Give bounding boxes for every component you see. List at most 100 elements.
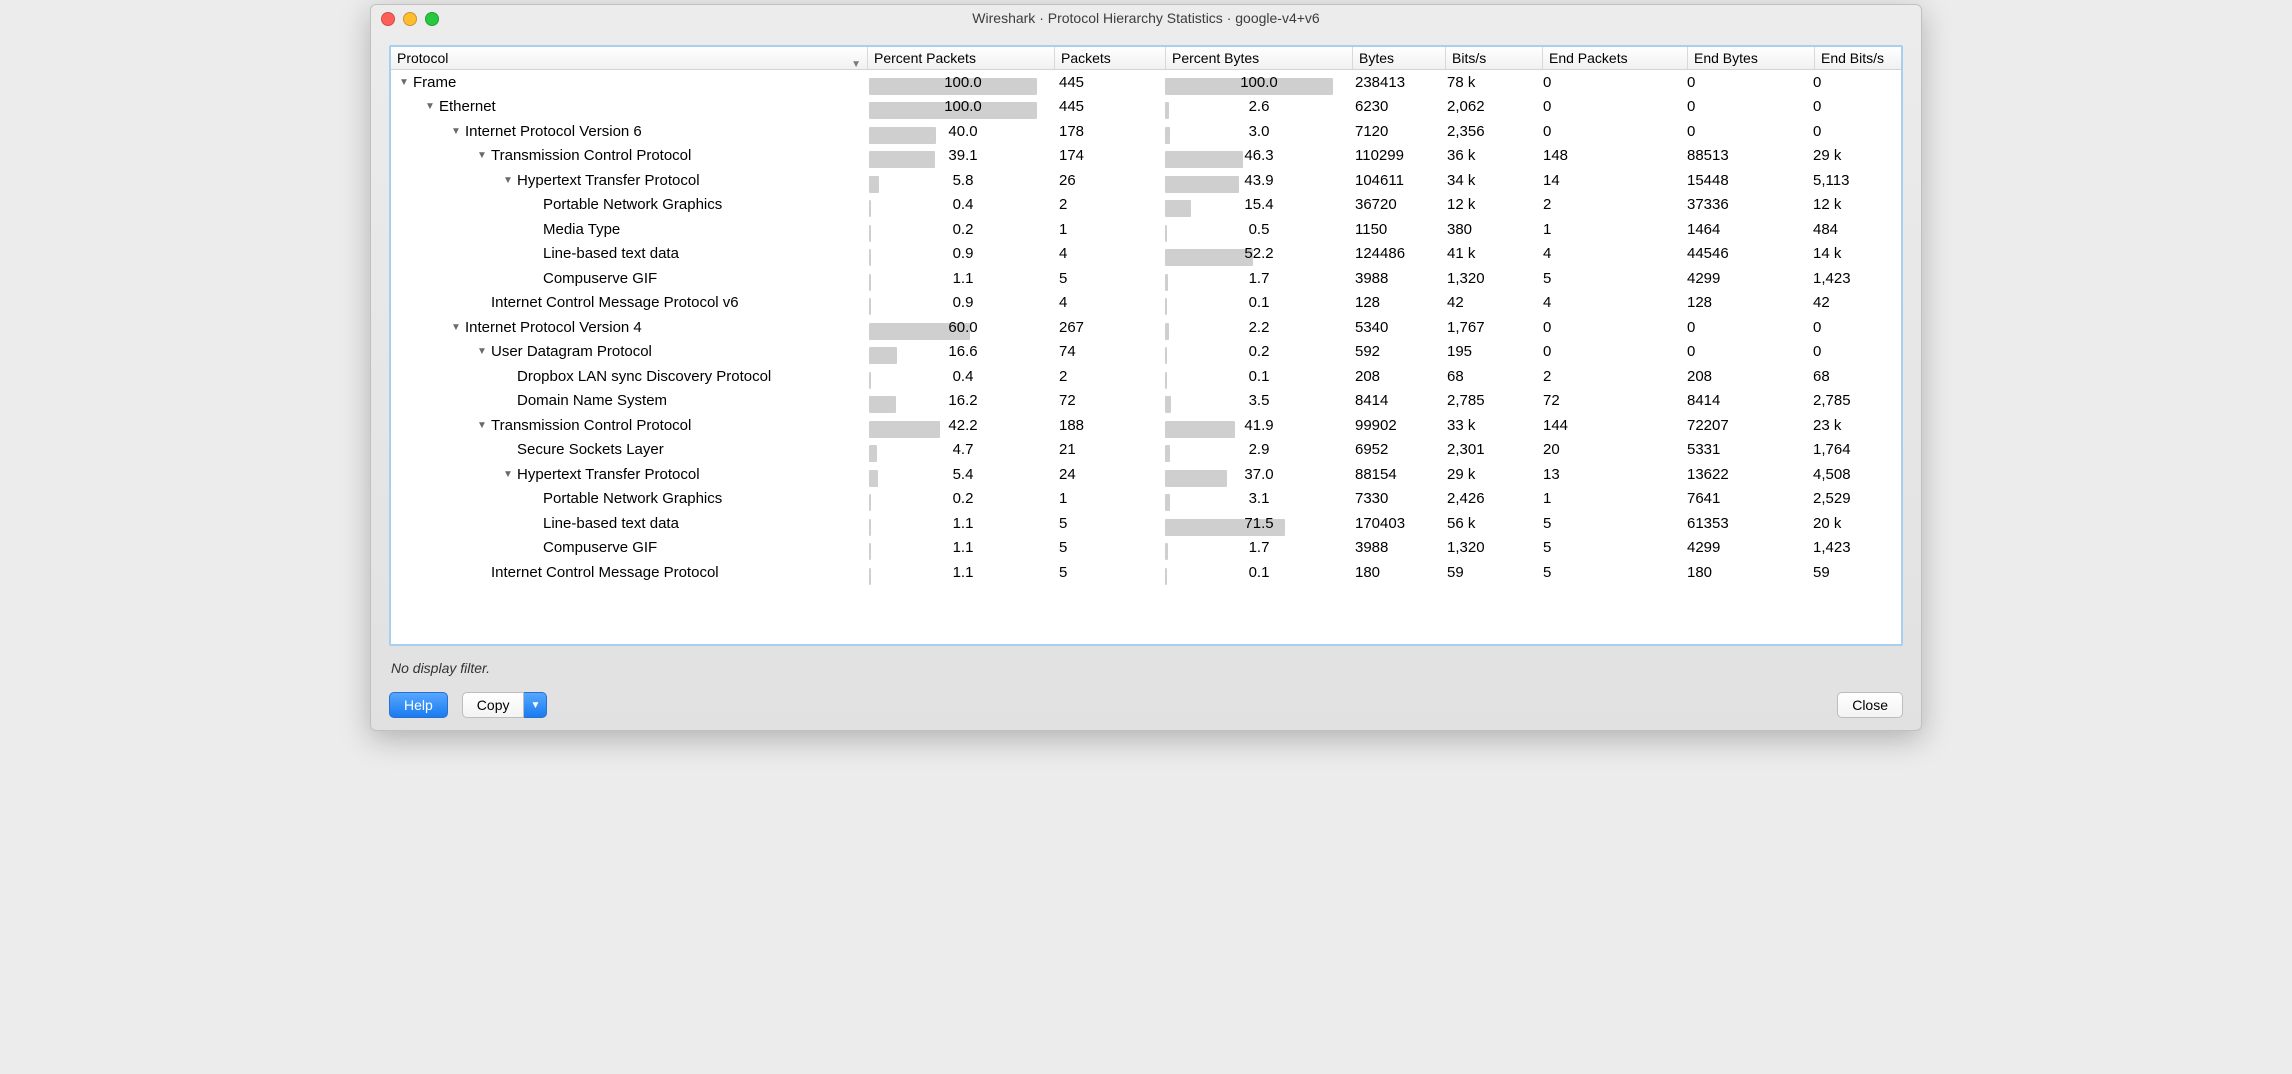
table-row[interactable]: ▼Transmission Control Protocol39.117446.… — [391, 144, 1901, 169]
disclosure-open-icon[interactable]: ▼ — [449, 126, 463, 137]
table-row[interactable]: ▼Portable Network Graphics0.4215.4367201… — [391, 193, 1901, 218]
table-body: ▼Frame100.0445100.023841378 k000▼Etherne… — [391, 70, 1901, 585]
col-header-bytes[interactable]: Bytes — [1353, 47, 1446, 69]
table-row[interactable]: ▼Internet Protocol Version 640.01783.071… — [391, 119, 1901, 144]
table-row[interactable]: ▼Line-based text data0.9452.212448641 k4… — [391, 242, 1901, 267]
cell-bits-s: 59 — [1441, 564, 1537, 581]
cell-end-bits-s: 23 k — [1807, 417, 1901, 434]
cell-protocol: ▼Secure Sockets Layer — [391, 441, 867, 458]
cell-end-bytes: 0 — [1681, 343, 1807, 360]
cell-percent-packets: 100.0 — [867, 98, 1053, 115]
disclosure-open-icon[interactable]: ▼ — [475, 420, 489, 431]
cell-percent-bytes: 37.0 — [1163, 466, 1349, 483]
cell-percent-bytes: 0.1 — [1163, 294, 1349, 311]
table-row[interactable]: ▼Domain Name System16.2723.584142,785728… — [391, 389, 1901, 414]
table-row[interactable]: ▼Transmission Control Protocol42.218841.… — [391, 413, 1901, 438]
cell-bits-s: 36 k — [1441, 147, 1537, 164]
disclosure-open-icon[interactable]: ▼ — [501, 175, 515, 186]
cell-end-bytes: 13622 — [1681, 466, 1807, 483]
table-row[interactable]: ▼Dropbox LAN sync Discovery Protocol0.42… — [391, 364, 1901, 389]
table-row[interactable]: ▼Secure Sockets Layer4.7212.969522,30120… — [391, 438, 1901, 463]
table-row[interactable]: ▼Ethernet100.04452.662302,062000 — [391, 95, 1901, 120]
table-row[interactable]: ▼Compuserve GIF1.151.739881,320542991,42… — [391, 536, 1901, 561]
disclosure-none-icon: ▼ — [475, 297, 489, 308]
table-row[interactable]: ▼Frame100.0445100.023841378 k000 — [391, 70, 1901, 95]
table-row[interactable]: ▼Compuserve GIF1.151.739881,320542991,42… — [391, 266, 1901, 291]
cell-end-bytes: 44546 — [1681, 245, 1807, 262]
cell-bytes: 7120 — [1349, 123, 1441, 140]
cell-packets: 26 — [1053, 172, 1163, 189]
cell-percent-packets: 4.7 — [867, 441, 1053, 458]
cell-percent-bytes: 0.1 — [1163, 368, 1349, 385]
table-row[interactable]: ▼Portable Network Graphics0.213.173302,4… — [391, 487, 1901, 512]
cell-percent-bytes: 1.7 — [1163, 539, 1349, 556]
col-header-percent-bytes[interactable]: Percent Bytes — [1166, 47, 1353, 69]
table-row[interactable]: ▼Internet Control Message Protocol1.150.… — [391, 560, 1901, 585]
disclosure-open-icon[interactable]: ▼ — [449, 322, 463, 333]
protocol-label: Hypertext Transfer Protocol — [517, 172, 700, 189]
cell-bytes: 128 — [1349, 294, 1441, 311]
cell-percent-bytes: 100.0 — [1163, 74, 1349, 91]
table-row[interactable]: ▼Hypertext Transfer Protocol5.82643.9104… — [391, 168, 1901, 193]
bar-percent-bytes — [1165, 225, 1167, 242]
table-row[interactable]: ▼Line-based text data1.1571.517040356 k5… — [391, 511, 1901, 536]
cell-bytes: 110299 — [1349, 147, 1441, 164]
close-button[interactable]: Close — [1837, 692, 1903, 718]
protocol-label: Domain Name System — [517, 392, 667, 409]
disclosure-open-icon[interactable]: ▼ — [475, 346, 489, 357]
table-row[interactable]: ▼User Datagram Protocol16.6740.259219500… — [391, 340, 1901, 365]
cell-bytes: 170403 — [1349, 515, 1441, 532]
cell-percent-bytes: 0.2 — [1163, 343, 1349, 360]
disclosure-open-icon[interactable]: ▼ — [423, 101, 437, 112]
cell-end-packets: 148 — [1537, 147, 1681, 164]
chevron-down-icon[interactable]: ▼ — [524, 692, 547, 718]
window-controls — [381, 12, 439, 26]
cell-end-bytes: 61353 — [1681, 515, 1807, 532]
table-row[interactable]: ▼Internet Protocol Version 460.02672.253… — [391, 315, 1901, 340]
copy-button[interactable]: Copy — [462, 692, 525, 718]
dialog-footer: No display filter. Help Copy ▼ Close — [371, 650, 1921, 730]
cell-packets: 1 — [1053, 221, 1163, 238]
protocol-label: Ethernet — [439, 98, 496, 115]
table-row[interactable]: ▼Media Type0.210.5115038011464484 — [391, 217, 1901, 242]
titlebar: Wireshark · Protocol Hierarchy Statistic… — [371, 5, 1921, 31]
disclosure-none-icon: ▼ — [527, 493, 541, 504]
cell-percent-packets: 1.1 — [867, 270, 1053, 287]
minimize-window-icon[interactable] — [403, 12, 417, 26]
help-button[interactable]: Help — [389, 692, 448, 718]
col-header-packets[interactable]: Packets — [1055, 47, 1166, 69]
table-row[interactable]: ▼Internet Control Message Protocol v60.9… — [391, 291, 1901, 316]
disclosure-open-icon[interactable]: ▼ — [397, 77, 411, 88]
cell-bytes: 7330 — [1349, 490, 1441, 507]
disclosure-open-icon[interactable]: ▼ — [501, 469, 515, 480]
cell-bytes: 8414 — [1349, 392, 1441, 409]
cell-percent-packets: 5.8 — [867, 172, 1053, 189]
cell-end-packets: 5 — [1537, 515, 1681, 532]
cell-protocol: ▼Transmission Control Protocol — [391, 417, 867, 434]
col-header-percent-packets[interactable]: Percent Packets — [868, 47, 1055, 69]
table-row[interactable]: ▼Hypertext Transfer Protocol5.42437.0881… — [391, 462, 1901, 487]
cell-percent-bytes: 43.9 — [1163, 172, 1349, 189]
col-header-bits-s[interactable]: Bits/s — [1446, 47, 1543, 69]
zoom-window-icon[interactable] — [425, 12, 439, 26]
cell-percent-packets: 0.2 — [867, 490, 1053, 507]
cell-end-bits-s: 1,764 — [1807, 441, 1901, 458]
cell-end-bits-s: 0 — [1807, 74, 1901, 91]
cell-bytes: 3988 — [1349, 270, 1441, 287]
col-header-end-bits-s[interactable]: End Bits/s — [1815, 47, 1901, 69]
protocol-label: Compuserve GIF — [543, 539, 657, 556]
protocol-label: Internet Protocol Version 4 — [465, 319, 642, 336]
col-header-end-bytes[interactable]: End Bytes — [1688, 47, 1815, 69]
cell-end-bits-s: 0 — [1807, 319, 1901, 336]
cell-end-packets: 2 — [1537, 368, 1681, 385]
close-window-icon[interactable] — [381, 12, 395, 26]
col-header-end-packets[interactable]: End Packets — [1543, 47, 1688, 69]
cell-percent-bytes: 1.7 — [1163, 270, 1349, 287]
disclosure-open-icon[interactable]: ▼ — [475, 150, 489, 161]
disclosure-none-icon: ▼ — [475, 567, 489, 578]
cell-protocol: ▼Frame — [391, 74, 867, 91]
cell-end-bits-s: 12 k — [1807, 196, 1901, 213]
col-header-protocol[interactable]: Protocol ▼ — [391, 47, 868, 69]
cell-packets: 445 — [1053, 74, 1163, 91]
cell-bits-s: 56 k — [1441, 515, 1537, 532]
